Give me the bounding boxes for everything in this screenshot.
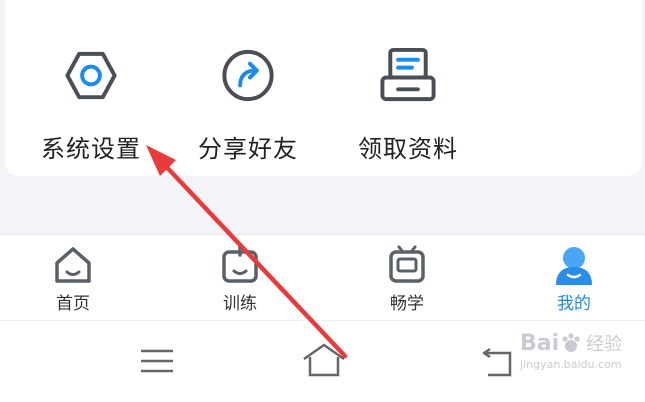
tab-learn[interactable]: 畅学 xyxy=(352,243,462,315)
menu-lines-icon[interactable] xyxy=(135,339,179,383)
watermark-sub: 经验 xyxy=(586,334,623,355)
tab-profile-label: 我的 xyxy=(557,294,591,314)
get-materials-label: 领取资料 xyxy=(358,135,458,163)
share-friends-label: 分享好友 xyxy=(198,135,298,163)
learn-tv-icon xyxy=(389,245,425,283)
tab-home[interactable]: 首页 xyxy=(18,243,128,315)
profile-icon xyxy=(556,247,592,285)
tab-home-label: 首页 xyxy=(56,294,90,314)
printer-materials-icon xyxy=(380,47,436,102)
paw-icon xyxy=(562,333,580,352)
watermark-url: jingyan.baidu.com xyxy=(520,358,622,371)
tab-profile[interactable]: 我的 xyxy=(519,243,629,315)
hexagon-settings-icon xyxy=(65,51,117,100)
bottom-tab-bar: 首页 训练 畅学 我的 xyxy=(0,234,645,321)
system-settings-item[interactable]: 系统设置 xyxy=(11,44,171,164)
get-materials-item[interactable]: 领取资料 xyxy=(328,44,488,164)
training-icon xyxy=(222,245,258,283)
tab-learn-label: 畅学 xyxy=(390,294,424,314)
baidu-jingyan-watermark: Bai 经验 jingyan.baidu.com xyxy=(520,330,642,386)
share-arrow-icon xyxy=(222,49,274,102)
tab-training-label: 训练 xyxy=(223,294,257,314)
share-friends-item[interactable]: 分享好友 xyxy=(168,44,328,164)
tab-training[interactable]: 训练 xyxy=(185,243,295,315)
system-home-icon[interactable] xyxy=(300,339,348,383)
system-settings-label: 系统设置 xyxy=(41,135,141,163)
tools-card: 系统设置 分享好友 领取资料 xyxy=(5,0,642,176)
back-icon[interactable] xyxy=(478,339,522,383)
home-icon xyxy=(55,247,91,283)
watermark-logo: Bai xyxy=(520,330,560,356)
